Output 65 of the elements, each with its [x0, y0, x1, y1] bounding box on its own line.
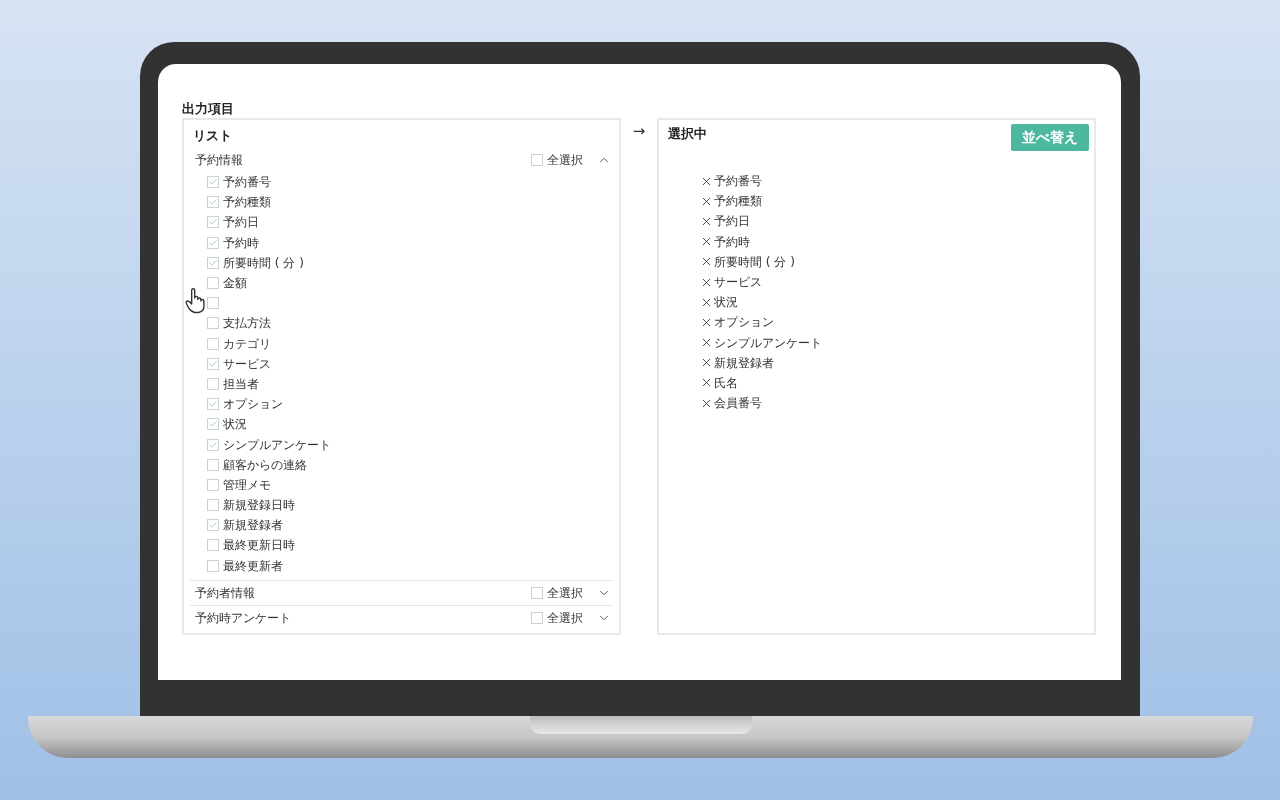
- panel-title: 選択中: [668, 125, 707, 143]
- selected-field-label: シンプルアンケート: [714, 334, 822, 352]
- checkbox[interactable]: [207, 317, 219, 330]
- checkbox[interactable]: [207, 377, 219, 390]
- field-label: 担当者: [223, 375, 259, 393]
- field-label: 金額: [223, 275, 247, 293]
- checkbox[interactable]: [207, 398, 219, 411]
- field-label: 状況: [223, 416, 247, 434]
- arrow-text: →: [632, 121, 646, 142]
- selected-field-label: 予約時: [714, 233, 750, 251]
- selected-field-label: オプション: [714, 314, 774, 332]
- checkbox[interactable]: [207, 256, 219, 269]
- group-label[interactable]: 予約者情報: [195, 583, 531, 602]
- checkbox[interactable]: [207, 559, 219, 572]
- checkbox[interactable]: [207, 337, 219, 350]
- field-label: サービス: [223, 355, 271, 373]
- checkbox[interactable]: [531, 611, 543, 624]
- field-label: 所要時間 ( 分 ): [223, 254, 304, 272]
- selected-field-label: 所要時間 ( 分 ): [714, 253, 795, 271]
- checkbox[interactable]: [207, 478, 219, 491]
- field-label: 支払方法: [223, 315, 271, 333]
- select-all-label[interactable]: 全選択: [547, 151, 583, 169]
- selected-field-label: 予約種類: [714, 193, 762, 211]
- field-label: 予約時: [223, 234, 259, 252]
- selected-field-label: サービス: [714, 274, 762, 292]
- selected-field-label: 予約番号: [714, 173, 762, 191]
- section-title: 出力項目: [182, 100, 235, 117]
- select-all-label[interactable]: 全選択: [547, 608, 583, 627]
- checkbox[interactable]: [207, 438, 219, 451]
- selected-field-label: 氏名: [714, 374, 738, 392]
- hand-cursor-icon: [185, 288, 206, 314]
- checkbox[interactable]: [207, 236, 219, 249]
- selected-field-label: 新規登録者: [714, 354, 774, 372]
- group-label[interactable]: 予約時アンケート: [195, 608, 531, 627]
- field-label: 管理メモ: [223, 476, 271, 494]
- checkbox[interactable]: [207, 519, 219, 532]
- checkbox[interactable]: [207, 196, 219, 209]
- selected-field-label: 状況: [714, 294, 738, 312]
- selected-field-label: 会員番号: [714, 395, 762, 413]
- group-label[interactable]: 予約情報: [195, 151, 531, 169]
- checkbox[interactable]: [207, 277, 219, 290]
- field-label: 予約番号: [223, 174, 271, 192]
- field-label: 新規登録日時: [223, 497, 295, 515]
- checkbox[interactable]: [207, 297, 219, 310]
- field-label: 予約日: [223, 214, 259, 232]
- field-label: 最終更新日時: [223, 537, 295, 555]
- panel-title: リスト: [193, 128, 232, 143]
- checkbox[interactable]: [531, 154, 543, 166]
- field-label: 予約種類: [223, 194, 271, 212]
- field-label: 顧客からの連絡: [223, 456, 307, 474]
- field-label: カテゴリ: [223, 335, 271, 353]
- select-all-label[interactable]: 全選択: [547, 583, 583, 602]
- field-label: 最終更新者: [223, 557, 283, 575]
- checkbox[interactable]: [207, 539, 219, 552]
- field-label: シンプルアンケート: [223, 436, 331, 454]
- checkbox[interactable]: [207, 216, 219, 229]
- field-label: オプション: [223, 396, 283, 414]
- checkbox[interactable]: [207, 499, 219, 512]
- checkbox[interactable]: [531, 586, 543, 599]
- field-label: 新規登録者: [223, 517, 283, 535]
- selected-field-label: 予約日: [714, 213, 750, 231]
- checkbox[interactable]: [207, 357, 219, 370]
- checkbox[interactable]: [207, 176, 219, 189]
- checkbox[interactable]: [207, 458, 219, 471]
- checkbox[interactable]: [207, 418, 219, 431]
